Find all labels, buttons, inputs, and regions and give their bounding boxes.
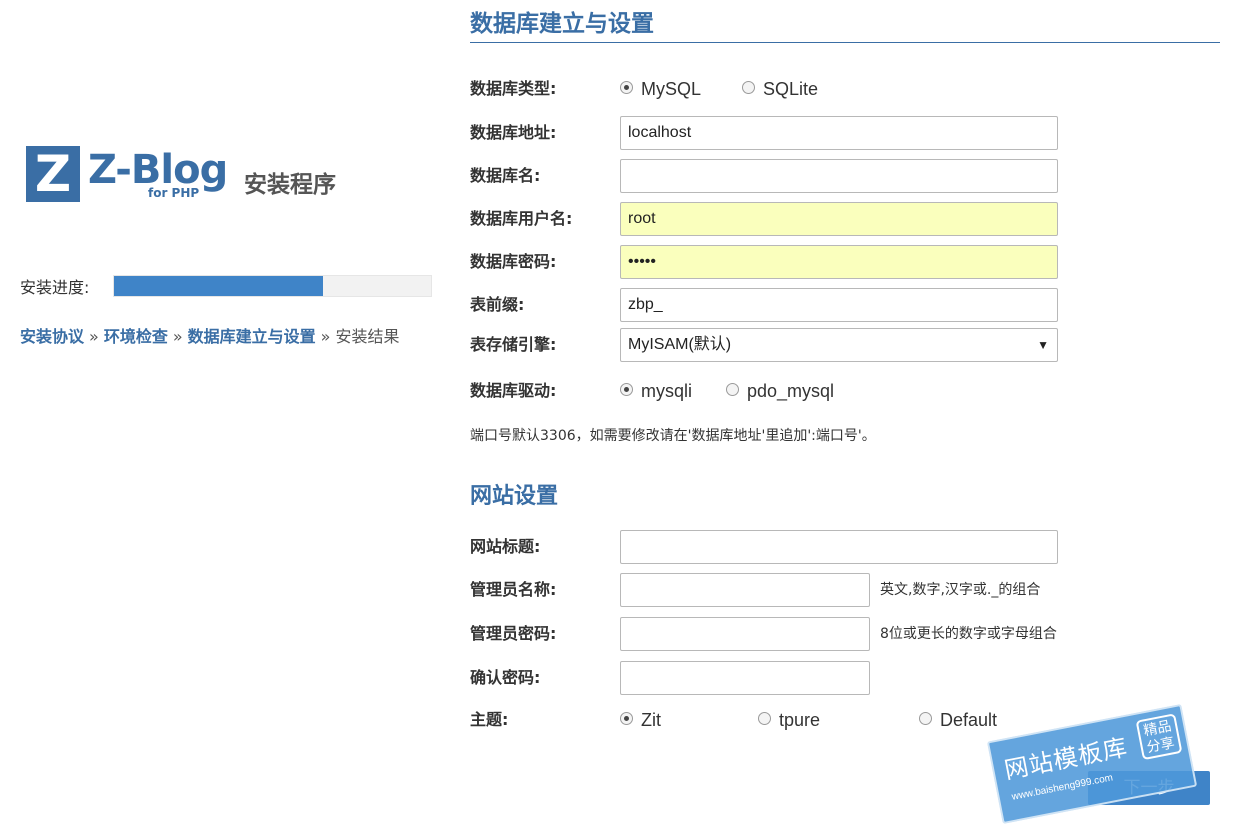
admin-name-label: 管理员名称: [470, 580, 557, 599]
theme-radio-tpure[interactable]: tpure [758, 703, 820, 737]
confirm-password-label: 确认密码: [470, 668, 541, 687]
confirm-password-input[interactable] [620, 661, 870, 695]
radio-unchecked-icon[interactable] [919, 712, 932, 725]
site-title-row: 网站标题: [470, 530, 1230, 564]
port-note: 端口号默认3306，如需要修改请在'数据库地址'里追加':端口号'。 [470, 428, 876, 444]
radio-unchecked-icon[interactable] [742, 81, 755, 94]
radio-checked-icon[interactable] [620, 712, 633, 725]
breadcrumb-step-environment[interactable]: 环境检查 [104, 327, 168, 346]
db-driver-radio-mysqli[interactable]: mysqli [620, 374, 692, 408]
engine-select[interactable]: MyISAM(默认) ▼ [620, 328, 1058, 362]
confirm-password-row: 确认密码: [470, 661, 1230, 695]
theme-option-label: Zit [641, 710, 661, 730]
admin-password-hint: 8位或更长的数字或字母组合 [880, 626, 1057, 642]
db-user-label: 数据库用户名: [470, 209, 573, 228]
db-driver-option-label: mysqli [641, 381, 693, 401]
breadcrumb-step-result: 安装结果 [335, 327, 400, 346]
db-name-input[interactable] [620, 159, 1058, 193]
engine-selected-value: MyISAM(默认) [628, 336, 732, 353]
theme-radio-zit[interactable]: Zit [620, 703, 661, 737]
table-prefix-row: 表前缀: [470, 288, 1230, 322]
radio-checked-icon[interactable] [620, 383, 633, 396]
dropdown-arrow-icon[interactable]: ▼ [1037, 329, 1049, 361]
logo-z-letter: Z [34, 145, 72, 203]
watermark-badge: 精品 分享 [1135, 713, 1183, 761]
db-type-label: 数据库类型: [470, 79, 557, 98]
engine-label: 表存储引擎: [470, 335, 557, 354]
engine-row: 表存储引擎: MyISAM(默认) ▼ [470, 328, 1230, 362]
page-title: 数据库建立与设置 [470, 11, 654, 37]
db-driver-option-label: pdo_mysql [747, 381, 835, 401]
admin-name-row: 管理员名称: 英文,数字,汉字或._的组合 [470, 573, 1230, 607]
db-host-row: 数据库地址: [470, 116, 1230, 150]
db-user-row: 数据库用户名: [470, 202, 1230, 236]
table-prefix-input[interactable] [620, 288, 1058, 322]
db-password-label: 数据库密码: [470, 252, 557, 271]
db-user-input[interactable] [620, 202, 1058, 236]
radio-unchecked-icon[interactable] [758, 712, 771, 725]
breadcrumb-separator: » [172, 327, 183, 346]
db-driver-label: 数据库驱动: [470, 381, 557, 400]
breadcrumb: 安装协议» 环境检查» 数据库建立与设置» 安装结果 [20, 326, 399, 348]
site-title-label: 网站标题: [470, 537, 541, 556]
db-driver-radio-pdo-mysql[interactable]: pdo_mysql [726, 374, 834, 408]
breadcrumb-step-agreement[interactable]: 安装协议 [20, 327, 84, 346]
progress-fill [114, 276, 324, 296]
theme-option-label: tpure [779, 710, 821, 730]
db-type-radio-sqlite[interactable]: SQLite [742, 72, 818, 106]
db-password-input[interactable] [620, 245, 1058, 279]
admin-password-row: 管理员密码: 8位或更长的数字或字母组合 [470, 617, 1230, 651]
breadcrumb-separator: » [89, 327, 99, 346]
admin-name-input[interactable] [620, 573, 870, 607]
db-password-row: 数据库密码: [470, 245, 1230, 279]
db-host-input[interactable] [620, 116, 1058, 150]
db-type-option-label: SQLite [763, 79, 819, 99]
installer-page: Z Z-Blog for PHP 安装程序 安装进度: 安装协议» 环境检查» 数据… [0, 0, 1239, 829]
title-divider [470, 42, 1220, 43]
logo-sub: for PHP [148, 186, 200, 200]
db-name-label: 数据库名: [470, 166, 541, 185]
admin-password-input[interactable] [620, 617, 870, 651]
breadcrumb-separator: » [320, 327, 331, 346]
admin-password-label: 管理员密码: [470, 624, 557, 643]
progress-label: 安装进度: [20, 278, 90, 297]
progress-bar [113, 275, 432, 297]
db-type-row: 数据库类型: MySQL SQLite [470, 72, 1230, 106]
radio-checked-icon[interactable] [620, 81, 633, 94]
theme-label: 主题: [470, 710, 509, 729]
table-prefix-label: 表前缀: [470, 295, 525, 314]
radio-unchecked-icon[interactable] [726, 383, 739, 396]
theme-radio-default[interactable]: Default [919, 703, 997, 737]
theme-option-label: Default [940, 710, 998, 730]
db-name-row: 数据库名: [470, 159, 1230, 193]
db-host-label: 数据库地址: [470, 123, 557, 142]
logo-z-mark: Z [26, 146, 80, 202]
admin-name-hint: 英文,数字,汉字或._的组合 [880, 582, 1041, 598]
breadcrumb-step-database[interactable]: 数据库建立与设置 [188, 327, 316, 346]
db-type-radio-mysql[interactable]: MySQL [620, 72, 701, 106]
db-type-option-label: MySQL [641, 79, 702, 99]
logo-caption: 安装程序 [244, 172, 336, 198]
site-settings-title: 网站设置 [470, 484, 559, 509]
site-title-input[interactable] [620, 530, 1058, 564]
db-driver-row: 数据库驱动: mysqli pdo_mysql [470, 374, 1230, 408]
